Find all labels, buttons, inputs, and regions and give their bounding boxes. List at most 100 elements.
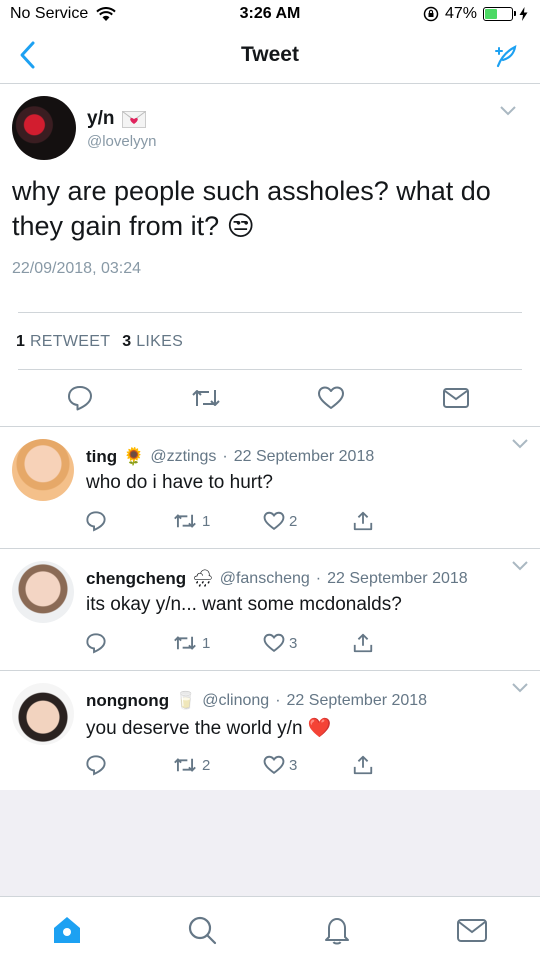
like-icon [263, 511, 285, 531]
like-icon [263, 633, 285, 653]
share-button[interactable] [352, 510, 374, 532]
tab-bar [0, 896, 540, 960]
reply-date: 22 September 2018 [327, 570, 468, 587]
retweet-icon [174, 514, 196, 528]
chevron-down-icon[interactable] [500, 106, 516, 116]
main-tweet: y/n @lovelyyn why are people such asshol… [0, 84, 540, 427]
share-icon [353, 633, 373, 653]
reply-handle[interactable]: @clinong [202, 692, 269, 710]
reply-text: who do i have to hurt? [86, 472, 273, 493]
retweet-button[interactable]: 2 [172, 754, 210, 776]
retweets-label: RETWEET [29, 333, 111, 350]
reply-handle[interactable]: @fanscheng [220, 570, 310, 588]
rotation-lock-icon [423, 6, 439, 22]
reply-tweet[interactable]: nongnong 🥛 @clinong · 22 September 2018 … [0, 671, 540, 790]
rain-cloud-emoji: 🌧 [192, 569, 214, 588]
love-letter-icon [122, 110, 147, 128]
reply-button[interactable] [85, 632, 107, 654]
chevron-down-icon[interactable] [512, 561, 528, 571]
share-button[interactable] [352, 754, 374, 776]
notifications-icon [325, 918, 349, 945]
reply-icon [86, 755, 106, 776]
compose-icon [495, 45, 517, 68]
page-title: Tweet [241, 43, 299, 66]
likes-stat[interactable]: 3 LIKES [122, 333, 183, 351]
likes-count: 3 [122, 333, 132, 350]
reply-date: 22 September 2018 [286, 692, 428, 709]
reply-handle[interactable]: @zztings [150, 448, 216, 466]
empty-area [0, 790, 540, 896]
retweet-icon [174, 636, 196, 650]
reply-header: nongnong 🥛 @clinong · 22 September 2018 [86, 691, 427, 711]
divider [18, 312, 522, 313]
dm-button[interactable] [442, 384, 470, 412]
retweet-button[interactable] [190, 384, 222, 412]
divider [18, 369, 522, 370]
tweet-actions [0, 378, 540, 418]
author-handle[interactable]: @lovelyyn [87, 133, 156, 150]
reply-button[interactable] [66, 384, 94, 412]
tab-home[interactable] [50, 913, 84, 947]
tab-messages[interactable] [455, 913, 489, 947]
reply-author-name[interactable]: chengcheng [86, 569, 186, 589]
tab-search[interactable] [185, 913, 219, 947]
like-count: 3 [289, 634, 298, 652]
heart-emoji: ❤️ [307, 718, 332, 739]
battery-fill [485, 9, 498, 19]
like-button[interactable]: 3 [263, 632, 297, 654]
like-button[interactable]: 2 [263, 510, 297, 532]
reply-button[interactable] [85, 510, 107, 532]
reply-tweet[interactable]: ting 🌻 @zztings · 22 September 2018 who … [0, 427, 540, 549]
like-count: 2 [289, 512, 298, 530]
retweet-count: 2 [202, 756, 211, 774]
nav-bar: Tweet [0, 28, 540, 84]
chevron-down-icon[interactable] [512, 439, 528, 449]
likes-label: LIKES [136, 333, 184, 350]
reply-icon [86, 511, 106, 532]
sunflower-emoji: 🌻 [123, 447, 145, 466]
reply-header: ting 🌻 @zztings · 22 September 2018 [86, 447, 374, 467]
author-name-row[interactable]: y/n [87, 108, 147, 130]
like-button[interactable]: 3 [263, 754, 297, 776]
avatar[interactable] [12, 96, 76, 160]
like-icon [318, 386, 344, 409]
tab-notifications[interactable] [320, 913, 354, 947]
reply-text: its okay y/n... want some mcdonalds? [86, 594, 402, 615]
reply-text: you deserve the world y/n ❤️ [86, 716, 331, 740]
retweets-count: 1 [16, 333, 26, 350]
separator-dot: · [222, 448, 228, 465]
avatar[interactable] [12, 683, 74, 745]
reply-icon [68, 386, 92, 411]
reply-tweet[interactable]: chengcheng 🌧 @fanscheng · 22 September 2… [0, 549, 540, 671]
status-right: 47% [423, 5, 528, 23]
reply-author-name[interactable]: nongnong [86, 691, 169, 711]
retweet-icon [174, 758, 196, 772]
avatar[interactable] [12, 439, 74, 501]
retweets-stat[interactable]: 1 RETWEET [16, 333, 110, 351]
retweet-count: 1 [202, 634, 211, 652]
author-name: y/n [87, 108, 115, 129]
like-icon [263, 755, 285, 775]
reply-button[interactable] [85, 754, 107, 776]
battery-percent: 47% [444, 5, 477, 22]
reply-date: 22 September 2018 [233, 448, 375, 465]
unamused-emoji: 😒 [226, 211, 255, 241]
like-count: 3 [289, 756, 298, 774]
separator-dot: · [315, 570, 322, 587]
reply-body: you deserve the world y/n [86, 718, 303, 739]
messages-icon [457, 919, 487, 942]
compose-button[interactable] [492, 42, 520, 70]
share-icon [353, 755, 373, 775]
reply-author-name[interactable]: ting [86, 447, 117, 467]
status-bar: No Service 3:26 AM 47% [0, 0, 540, 28]
milk-emoji: 🥛 [175, 691, 197, 710]
dm-icon [443, 388, 469, 408]
avatar[interactable] [12, 561, 74, 623]
retweet-icon [192, 390, 220, 406]
chevron-down-icon[interactable] [512, 683, 528, 693]
retweet-button[interactable]: 1 [172, 632, 210, 654]
battery-icon [483, 7, 516, 21]
share-button[interactable] [352, 632, 374, 654]
like-button[interactable] [317, 384, 345, 412]
retweet-button[interactable]: 1 [172, 510, 210, 532]
